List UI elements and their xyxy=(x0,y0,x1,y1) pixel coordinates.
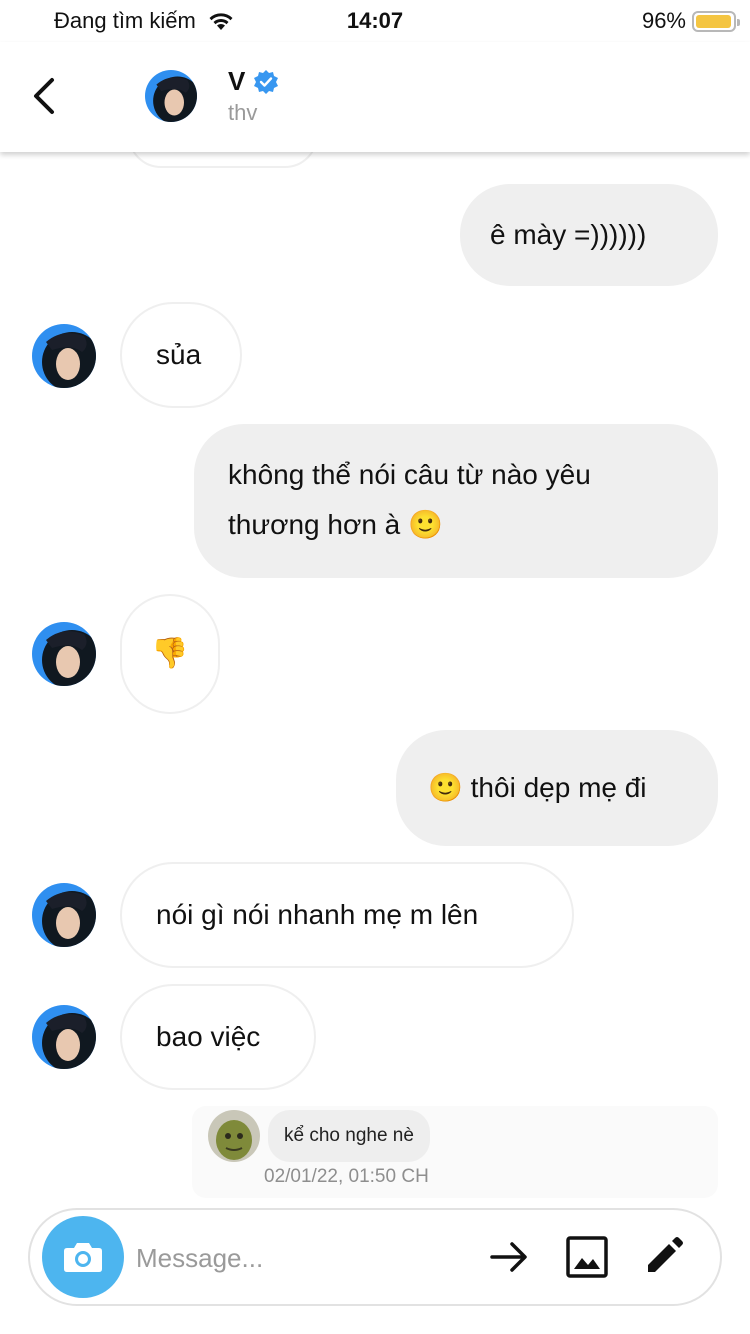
message-text: bao việc xyxy=(156,1021,261,1052)
partial-message-bubble xyxy=(128,152,318,168)
battery-percent: 96% xyxy=(641,8,686,33)
status-bar: Đang tìm kiếm 14:07 96% xyxy=(0,0,750,42)
reply-avatar xyxy=(208,1110,260,1162)
battery-status: 96% xyxy=(641,8,740,34)
message-text-line: không thể nói câu từ nào yêu xyxy=(228,459,591,490)
battery-tip xyxy=(737,18,740,26)
avatar-image xyxy=(32,324,96,388)
thumbs-down-emoji: 👎 xyxy=(151,637,189,670)
message-bubble-sent[interactable]: ê mày =)))))) xyxy=(460,184,718,286)
contact-name[interactable]: V xyxy=(228,66,279,97)
message-bubble-received[interactable]: 👎 xyxy=(120,594,220,714)
message-text: nói gì nói nhanh mẹ m lên xyxy=(156,899,479,930)
message-text: ê mày =)))))) xyxy=(490,219,647,250)
battery-icon xyxy=(692,10,740,32)
gallery-icon[interactable] xyxy=(564,1234,610,1280)
avatar-image xyxy=(145,70,197,122)
contact-name-text: V xyxy=(228,66,246,96)
camera-icon xyxy=(64,1243,102,1272)
message-text-line: thương hơn à 🙂 xyxy=(228,509,443,540)
message-text: 🙂 thôi dẹp mẹ đi xyxy=(428,772,647,803)
avatar-image xyxy=(32,883,96,947)
send-arrow-icon[interactable] xyxy=(486,1234,532,1280)
verified-icon xyxy=(254,69,279,94)
message-bubble-received[interactable]: sủa xyxy=(120,302,242,408)
battery-level xyxy=(696,14,731,28)
chat-header: V thv xyxy=(0,42,750,152)
message-text: sủa xyxy=(156,339,202,370)
pencil-icon[interactable] xyxy=(640,1234,686,1280)
reply-preview[interactable]: kể cho nghe nè 02/01/22, 01:50 CH xyxy=(192,1106,718,1198)
reply-message-bubble: kể cho nghe nè xyxy=(268,1110,430,1162)
back-icon[interactable] xyxy=(24,72,68,120)
sender-avatar[interactable] xyxy=(32,1005,96,1069)
avatar-image xyxy=(208,1110,260,1162)
message-bubble-received[interactable]: bao việc xyxy=(120,984,316,1090)
message-bubble-received[interactable]: nói gì nói nhanh mẹ m lên xyxy=(120,862,574,968)
contact-username: thv xyxy=(228,100,258,125)
message-bubble-sent[interactable]: không thể nói câu từ nào yêu thương hơn … xyxy=(194,424,718,578)
message-thread[interactable]: ê mày =)))))) sủa không thể nói câu từ n… xyxy=(0,152,750,1202)
reply-timestamp: 02/01/22, 01:50 CH xyxy=(264,1166,429,1187)
message-bubble-sent[interactable]: 🙂 thôi dẹp mẹ đi xyxy=(396,730,718,846)
avatar-image xyxy=(32,622,96,686)
sender-avatar[interactable] xyxy=(32,324,96,388)
status-time: 14:07 xyxy=(346,8,404,33)
avatar-image xyxy=(32,1005,96,1069)
sender-avatar[interactable] xyxy=(32,883,96,947)
camera-button[interactable] xyxy=(42,1216,124,1298)
header-avatar[interactable] xyxy=(145,70,197,122)
message-composer xyxy=(28,1208,722,1306)
message-input[interactable] xyxy=(136,1236,466,1280)
sender-avatar[interactable] xyxy=(32,622,96,686)
